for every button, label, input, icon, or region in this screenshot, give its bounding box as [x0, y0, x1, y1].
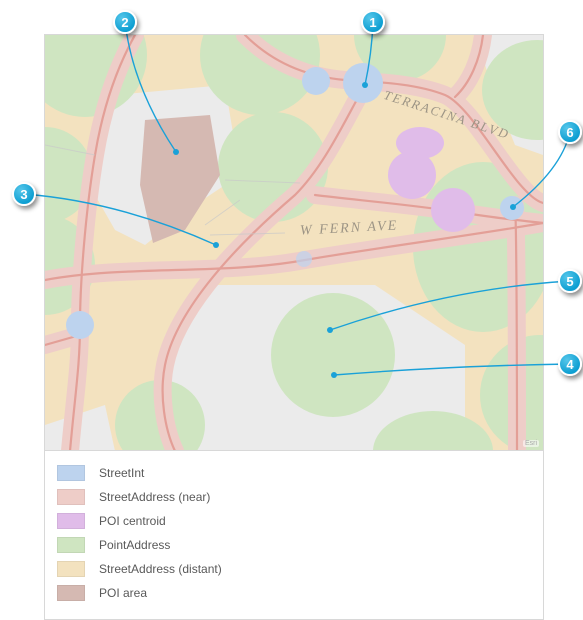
- legend-swatch-poi-centroid: [57, 513, 85, 529]
- legend-row: POI centroid: [57, 509, 531, 533]
- legend-row: StreetAddress (distant): [57, 557, 531, 581]
- map-svg: [45, 35, 543, 451]
- figure-container: W FERN AVE TERRACINA BLVD Esri StreetInt…: [44, 34, 544, 620]
- legend-swatch-pointaddress: [57, 537, 85, 553]
- callout-marker-5[interactable]: 5: [558, 269, 582, 293]
- callout-marker-3[interactable]: 3: [12, 182, 36, 206]
- legend: StreetInt StreetAddress (near) POI centr…: [45, 451, 543, 615]
- legend-label: StreetAddress (near): [99, 490, 210, 504]
- callout-marker-4[interactable]: 4: [558, 352, 582, 376]
- callout-marker-1[interactable]: 1: [361, 10, 385, 34]
- legend-swatch-streetint: [57, 465, 85, 481]
- legend-swatch-streetaddress-distant: [57, 561, 85, 577]
- legend-row: POI area: [57, 581, 531, 605]
- legend-label: POI centroid: [99, 514, 166, 528]
- callout-marker-6[interactable]: 6: [558, 120, 582, 144]
- legend-label: PointAddress: [99, 538, 170, 552]
- legend-swatch-streetaddress-near: [57, 489, 85, 505]
- callout-marker-2[interactable]: 2: [113, 10, 137, 34]
- legend-swatch-poi-area: [57, 585, 85, 601]
- legend-label: POI area: [99, 586, 147, 600]
- legend-row: StreetAddress (near): [57, 485, 531, 509]
- legend-row: PointAddress: [57, 533, 531, 557]
- legend-label: StreetAddress (distant): [99, 562, 222, 576]
- legend-row: StreetInt: [57, 461, 531, 485]
- map-canvas[interactable]: W FERN AVE TERRACINA BLVD Esri: [45, 35, 543, 451]
- map-attribution: Esri: [523, 440, 539, 447]
- legend-label: StreetInt: [99, 466, 144, 480]
